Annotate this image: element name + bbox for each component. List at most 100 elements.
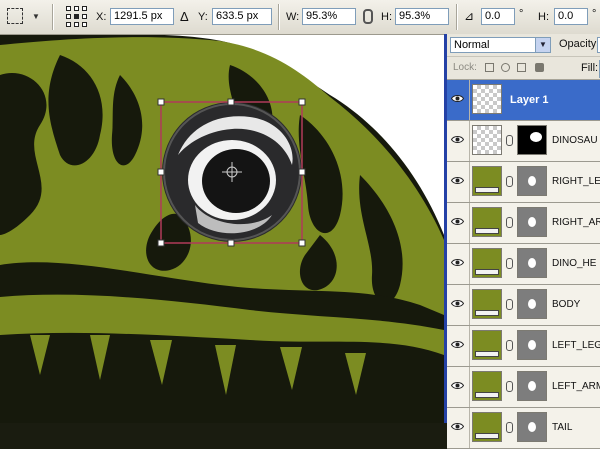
w-label: W:	[286, 11, 300, 23]
layer-row[interactable]: BODY	[447, 285, 600, 326]
blend-mode-select[interactable]: Normal ▼	[450, 37, 551, 53]
layer-mask-thumbnail[interactable]	[517, 248, 547, 278]
mask-link-icon[interactable]	[506, 422, 513, 433]
layer-name: Layer 1	[510, 94, 549, 106]
layer-thumbnail[interactable]	[472, 207, 502, 237]
mask-link-icon[interactable]	[506, 381, 513, 392]
layer-row[interactable]: DINO_HE	[447, 244, 600, 285]
h-label: H:	[381, 11, 392, 23]
layer-thumbnail[interactable]	[472, 371, 502, 401]
width-scale-field[interactable]: 95.3%	[302, 8, 356, 25]
layer-row[interactable]: DINOSAU	[447, 121, 600, 162]
mask-shape-icon	[528, 381, 536, 391]
visibility-toggle[interactable]	[447, 326, 470, 366]
mask-shape-icon	[528, 340, 536, 350]
mask-shape-icon	[528, 217, 536, 227]
eye-icon	[451, 95, 464, 102]
lock-row: Lock: Fill:	[447, 57, 600, 80]
lock-all-padlock-icon[interactable]	[535, 63, 544, 72]
layer-mask-thumbnail[interactable]	[517, 166, 547, 196]
options-bar: ▼ X: 1291.5 px Δ Y: 633.5 px W: 95.3% H:…	[0, 0, 600, 35]
layer-thumbnail[interactable]	[472, 330, 502, 360]
blend-row: Normal ▼ Opacity:	[447, 34, 600, 57]
fill-layer-icon	[475, 187, 499, 193]
layer-name: DINOSAU	[552, 135, 598, 146]
height-scale-field[interactable]: 95.3%	[395, 8, 449, 25]
lock-pixels-brush-icon[interactable]	[501, 63, 510, 72]
layer-row[interactable]: RIGHT_AR	[447, 203, 600, 244]
layer-thumbnail[interactable]	[472, 289, 502, 319]
layer-mask-thumbnail[interactable]	[517, 289, 547, 319]
mask-link-icon[interactable]	[506, 299, 513, 310]
layer-thumbnail[interactable]	[472, 125, 502, 155]
layer-mask-thumbnail[interactable]	[517, 412, 547, 442]
visibility-toggle[interactable]	[447, 244, 470, 284]
marquee-transform-icon	[7, 8, 23, 24]
layer-mask-thumbnail[interactable]	[517, 371, 547, 401]
layer-thumbnail[interactable]	[472, 248, 502, 278]
y-label: Y:	[198, 11, 208, 23]
eye-icon	[451, 300, 464, 307]
layer-row[interactable]: TAIL	[447, 408, 600, 449]
layer-mask-thumbnail[interactable]	[517, 207, 547, 237]
visibility-toggle[interactable]	[447, 408, 470, 448]
fill-layer-icon	[475, 392, 499, 398]
layer-row[interactable]: LEFT_LEG	[447, 326, 600, 367]
skew-field[interactable]: 0.0	[554, 8, 588, 25]
document-canvas[interactable]	[0, 35, 444, 423]
fill-layer-icon	[475, 228, 499, 234]
mask-shape-icon	[530, 132, 542, 142]
mask-link-icon[interactable]	[506, 340, 513, 351]
layer-row[interactable]: LEFT_ARM	[447, 367, 600, 408]
opacity-label: Opacity:	[559, 38, 600, 50]
tool-preset-picker[interactable]: ▼	[4, 6, 44, 28]
layer-thumbnail[interactable]	[472, 166, 502, 196]
rotate-angle-field[interactable]: 0.0	[481, 8, 515, 25]
visibility-toggle[interactable]	[447, 162, 470, 202]
eye-icon	[451, 259, 464, 266]
mask-link-icon[interactable]	[506, 176, 513, 187]
divider	[456, 4, 458, 30]
layer-row[interactable]: Layer 1	[447, 80, 600, 121]
mask-link-icon[interactable]	[506, 258, 513, 269]
eye-icon	[451, 341, 464, 348]
y-position-field[interactable]: 633.5 px	[212, 8, 272, 25]
layers-list: Layer 1 DINOSAU RIGHT_LE RIGHT_AR DINO_HE BOD…	[447, 80, 600, 449]
chevron-down-icon[interactable]: ▼	[535, 38, 550, 52]
divider	[52, 4, 54, 30]
mask-link-icon[interactable]	[506, 217, 513, 228]
visibility-toggle[interactable]	[447, 285, 470, 325]
lock-position-move-icon[interactable]	[517, 63, 526, 72]
visibility-toggle[interactable]	[447, 203, 470, 243]
fill-layer-icon	[475, 269, 499, 275]
divider	[278, 4, 280, 30]
layer-thumbnail[interactable]	[472, 412, 502, 442]
eye-icon	[451, 423, 464, 430]
visibility-toggle[interactable]	[447, 121, 470, 161]
layer-name: RIGHT_AR	[552, 217, 600, 228]
eye-icon	[451, 136, 464, 143]
fill-layer-icon	[475, 351, 499, 357]
layer-mask-thumbnail[interactable]	[517, 330, 547, 360]
lock-transparent-icon[interactable]	[485, 63, 494, 72]
layer-row[interactable]: RIGHT_LE	[447, 162, 600, 203]
delta-icon[interactable]: Δ	[180, 9, 189, 24]
eye-icon	[451, 177, 464, 184]
blend-mode-value: Normal	[454, 39, 490, 51]
x-position-field[interactable]: 1291.5 px	[110, 8, 174, 25]
visibility-toggle[interactable]	[447, 80, 470, 120]
eye-icon	[451, 218, 464, 225]
reference-point-locator[interactable]	[66, 6, 88, 28]
layer-thumbnail[interactable]	[472, 84, 502, 114]
layer-name: BODY	[552, 299, 581, 310]
layer-name: RIGHT_LE	[552, 176, 600, 187]
chevron-down-icon: ▼	[32, 12, 40, 21]
visibility-toggle[interactable]	[447, 367, 470, 407]
chain-link-icon[interactable]	[363, 9, 373, 24]
skew-label: H:	[538, 11, 549, 23]
mask-link-icon[interactable]	[506, 135, 513, 146]
layer-mask-thumbnail[interactable]	[517, 125, 547, 155]
fill-label: Fill:	[581, 62, 599, 74]
layer-name: TAIL	[552, 422, 573, 433]
layer-name: DINO_HE	[552, 258, 597, 269]
